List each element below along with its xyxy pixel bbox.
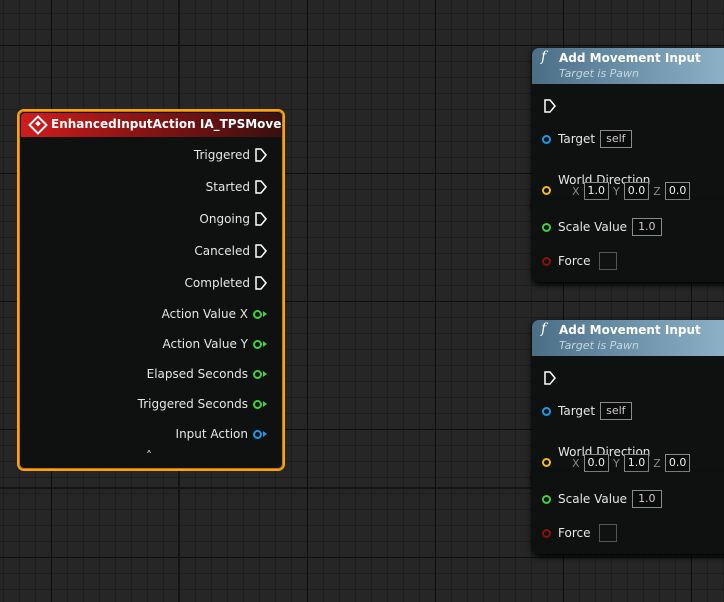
pin-canceled[interactable]: Canceled bbox=[194, 242, 267, 260]
y-label: Y bbox=[613, 456, 620, 470]
x-label: X bbox=[572, 456, 580, 470]
event-node-header[interactable]: EnhancedInputAction IA_TPSMove bbox=[21, 113, 281, 137]
y-label: Y bbox=[613, 184, 620, 198]
y-field[interactable]: 0.0 bbox=[623, 182, 650, 200]
pin-arrow-icon bbox=[263, 371, 267, 377]
pin-label: Triggered Seconds bbox=[137, 397, 248, 411]
function-node-body-lower: Scale Value 1.0 Force bbox=[532, 200, 724, 282]
bool-pin-icon[interactable] bbox=[542, 528, 551, 538]
pin-label: Ongoing bbox=[199, 212, 250, 226]
x-label: X bbox=[572, 184, 580, 198]
pin-label: Input Action bbox=[175, 427, 248, 441]
pin-arrow-icon bbox=[263, 341, 267, 347]
exec-pin-icon[interactable] bbox=[255, 180, 267, 194]
event-diamond-icon bbox=[28, 115, 48, 135]
scale-field[interactable]: 1.0 bbox=[632, 490, 662, 508]
z-label: Z bbox=[653, 456, 661, 470]
pin-label: Elapsed Seconds bbox=[146, 367, 248, 381]
pin-ongoing[interactable]: Ongoing bbox=[199, 210, 267, 228]
world-direction-fields: X 1.0 Y 0.0 Z 0.0 bbox=[572, 182, 691, 200]
pin-arrow-icon bbox=[263, 311, 267, 317]
object-pin-icon[interactable] bbox=[253, 429, 262, 439]
exec-pin-icon[interactable] bbox=[255, 148, 267, 162]
x-field[interactable]: 0.0 bbox=[583, 454, 610, 472]
pin-force[interactable]: Force bbox=[542, 252, 618, 270]
float-pin-icon[interactable] bbox=[253, 309, 262, 319]
pin-triggered-seconds[interactable]: Triggered Seconds bbox=[138, 395, 267, 413]
function-node-add-movement-input[interactable]: f Add Movement Input Target is Pawn Targ… bbox=[532, 320, 724, 482]
pin-label: Target bbox=[558, 404, 596, 418]
pin-label: Action Value Y bbox=[162, 337, 249, 351]
force-checkbox[interactable] bbox=[599, 252, 618, 270]
exec-in-pin-icon[interactable] bbox=[544, 99, 556, 113]
pin-scale-value[interactable]: Scale Value 1.0 bbox=[542, 218, 662, 236]
pin-label: Completed bbox=[184, 276, 250, 290]
pin-label: Scale Value bbox=[558, 220, 628, 234]
scale-field[interactable]: 1.0 bbox=[632, 218, 662, 236]
event-node-ia-tpsmove[interactable]: EnhancedInputAction IA_TPSMove Triggered… bbox=[17, 109, 285, 471]
pin-force[interactable]: Force bbox=[542, 524, 618, 542]
pin-completed[interactable]: Completed bbox=[185, 274, 267, 292]
bool-pin-icon[interactable] bbox=[542, 256, 551, 266]
pin-label: Triggered bbox=[193, 148, 250, 162]
float-pin-icon[interactable] bbox=[542, 494, 551, 504]
function-icon: f bbox=[541, 321, 547, 337]
pin-target[interactable]: Target self bbox=[542, 130, 632, 148]
pin-arrow-icon bbox=[263, 401, 267, 407]
pin-scale-value[interactable]: Scale Value 1.0 bbox=[542, 490, 662, 508]
pin-label: Scale Value bbox=[558, 492, 628, 506]
float-pin-icon[interactable] bbox=[253, 399, 262, 409]
function-node-header[interactable]: f Add Movement Input Target is Pawn bbox=[532, 48, 724, 84]
pin-label: Target bbox=[558, 132, 596, 146]
function-node-add-movement-input[interactable]: f Add Movement Input Target is Pawn Targ… bbox=[532, 48, 724, 210]
event-node-title: EnhancedInputAction IA_TPSMove bbox=[51, 117, 282, 131]
function-node-subtitle: Target is Pawn bbox=[559, 339, 640, 352]
float-pin-icon[interactable] bbox=[253, 339, 262, 349]
pin-input-action[interactable]: Input Action bbox=[176, 425, 267, 443]
function-icon: f bbox=[541, 49, 547, 65]
y-field[interactable]: 1.0 bbox=[623, 454, 650, 472]
z-label: Z bbox=[653, 184, 661, 198]
exec-pin-icon[interactable] bbox=[255, 212, 267, 226]
exec-in-pin-icon[interactable] bbox=[544, 371, 556, 385]
z-field[interactable]: 0.0 bbox=[664, 182, 691, 200]
function-node-title: Add Movement Input bbox=[559, 323, 701, 337]
vector-pin-icon[interactable] bbox=[542, 458, 551, 467]
function-node-title: Add Movement Input bbox=[559, 51, 701, 65]
pin-action-value-y[interactable]: Action Value Y bbox=[162, 335, 267, 353]
force-checkbox[interactable] bbox=[599, 524, 618, 542]
pin-action-value-x[interactable]: Action Value X bbox=[162, 305, 267, 323]
target-field[interactable]: self bbox=[600, 402, 632, 420]
pin-label: Action Value X bbox=[161, 307, 248, 321]
object-pin-icon[interactable] bbox=[542, 134, 551, 144]
pin-target[interactable]: Target self bbox=[542, 402, 632, 420]
function-node-body-lower: Scale Value 1.0 Force bbox=[532, 472, 724, 554]
collapse-chevron-icon[interactable]: ˄ bbox=[146, 449, 152, 463]
exec-pin-icon[interactable] bbox=[255, 276, 267, 290]
pin-label: Force bbox=[558, 526, 591, 540]
pin-arrow-icon bbox=[263, 431, 267, 437]
vector-pin-icon[interactable] bbox=[542, 186, 551, 195]
pin-started[interactable]: Started bbox=[206, 178, 267, 196]
z-field[interactable]: 0.0 bbox=[664, 454, 691, 472]
x-field[interactable]: 1.0 bbox=[583, 182, 610, 200]
pin-label: Started bbox=[205, 180, 250, 194]
float-pin-icon[interactable] bbox=[542, 222, 551, 232]
object-pin-icon[interactable] bbox=[542, 406, 551, 416]
pin-elapsed-seconds[interactable]: Elapsed Seconds bbox=[147, 365, 267, 383]
target-field[interactable]: self bbox=[600, 130, 632, 148]
world-direction-fields: X 0.0 Y 1.0 Z 0.0 bbox=[572, 454, 691, 472]
float-pin-icon[interactable] bbox=[253, 369, 262, 379]
pin-label: Canceled bbox=[194, 244, 250, 258]
exec-pin-icon[interactable] bbox=[255, 244, 267, 258]
pin-triggered[interactable]: Triggered bbox=[194, 146, 267, 164]
function-node-header[interactable]: f Add Movement Input Target is Pawn bbox=[532, 320, 724, 356]
function-node-subtitle: Target is Pawn bbox=[559, 67, 640, 80]
pin-label: Force bbox=[558, 254, 591, 268]
